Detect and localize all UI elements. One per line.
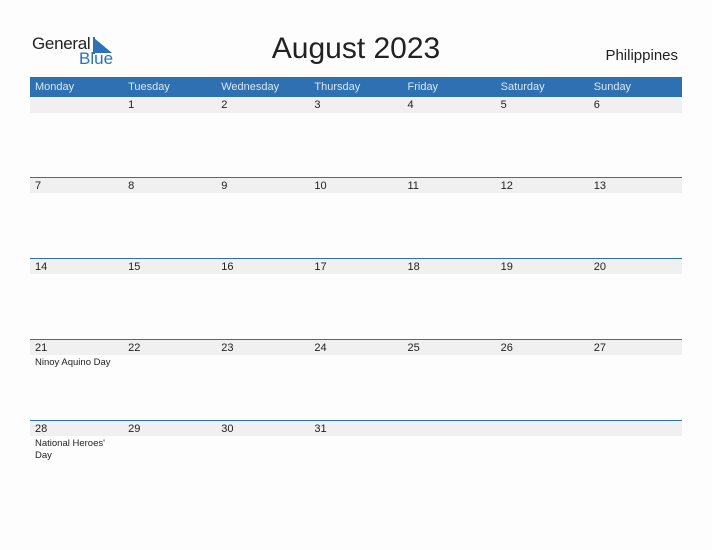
week-row: 21 Ninoy Aquino Day 22 23 24 25 26 27 [30,339,682,420]
calendar-grid: Monday Tuesday Wednesday Thursday Friday… [30,77,682,501]
weekday-saturday: Saturday [500,81,545,93]
day-number: 22 [128,342,141,354]
day-number: 14 [35,261,48,273]
day-cell: 18 [403,258,496,275]
day-cell [403,420,496,462]
day-cell: 27 [589,339,682,369]
weekday-friday: Friday [407,81,439,93]
day-number: 11 [407,180,419,192]
day-cell: 28 National Heroes' Day [30,420,123,462]
day-cell: 26 [496,339,589,369]
day-number [501,421,589,437]
day-number: 31 [314,423,327,435]
holiday-label: Ninoy Aquino Day [35,357,111,368]
day-cell [589,420,682,462]
day-number: 6 [593,99,600,111]
day-cell: 19 [496,258,589,275]
country-label: Philippines [605,47,678,64]
day-number [35,97,123,113]
day-number: 12 [500,180,513,192]
day-cell [30,97,123,113]
day-cell: 15 [123,258,216,275]
day-number: 19 [500,261,513,273]
week-cells: 21 Ninoy Aquino Day 22 23 24 25 26 27 [30,339,682,369]
weekday-monday: Monday [35,81,75,93]
day-cell: 12 [496,177,589,194]
day-number: 4 [407,99,414,111]
day-cell: 24 [309,339,402,369]
day-number: 2 [221,99,228,111]
day-cell: 21 Ninoy Aquino Day [30,339,123,369]
day-number: 7 [35,180,42,192]
day-number: 20 [593,261,606,273]
day-cell: 10 [309,177,402,194]
weekday-tuesday: Tuesday [128,81,170,93]
day-number: 10 [314,180,327,192]
day-number: 18 [407,261,420,273]
weekday-thursday: Thursday [314,81,361,93]
week-row: 14 15 16 17 18 19 20 [30,258,682,339]
week-cells: 28 National Heroes' Day 29 30 31 [30,420,682,462]
day-cell: 4 [403,97,496,113]
day-number: 8 [128,180,135,192]
weeks-container: 1 2 3 4 5 6 7 8 9 10 11 12 13 14 15 16 17 18 19 20 21 Ninoy A… [30,97,682,501]
day-cell: 8 [123,177,216,194]
day-number: 17 [314,261,327,273]
day-cell: 9 [216,177,309,194]
day-number: 9 [221,180,228,192]
day-cell: 1 [123,97,216,113]
day-cell [496,420,589,462]
day-number: 1 [128,99,135,111]
day-number [594,421,682,437]
day-number: 13 [593,180,606,192]
day-cell: 14 [30,258,123,275]
weekday-header: Monday Tuesday Wednesday Thursday Friday… [30,77,682,97]
day-cell: 13 [589,177,682,194]
day-number: 15 [128,261,141,273]
day-number: 24 [314,342,327,354]
day-cell: 22 [123,339,216,369]
week-row: 28 National Heroes' Day 29 30 31 [30,420,682,501]
day-cell: 11 [403,177,496,194]
holiday-label: National Heroes' Day [35,438,105,461]
day-number: 26 [500,342,513,354]
day-number: 27 [593,342,606,354]
day-number: 16 [221,261,234,273]
day-cell: 2 [216,97,309,113]
day-number: 25 [407,342,420,354]
day-cell: 3 [309,97,402,113]
day-cell: 31 [309,420,402,462]
day-number [408,421,496,437]
day-cell: 30 [216,420,309,462]
week-row: 7 8 9 10 11 12 13 [30,177,682,258]
week-cells: 7 8 9 10 11 12 13 [30,177,682,194]
day-cell: 25 [403,339,496,369]
week-cells: 1 2 3 4 5 6 [30,97,682,113]
day-number: 30 [221,423,234,435]
day-cell: 23 [216,339,309,369]
day-cell: 7 [30,177,123,194]
weekday-wednesday: Wednesday [221,81,280,93]
day-cell: 16 [216,258,309,275]
day-cell: 20 [589,258,682,275]
day-cell: 5 [496,97,589,113]
day-number: 5 [500,99,507,111]
day-cell: 17 [309,258,402,275]
day-number: 3 [314,99,321,111]
day-cell: 29 [123,420,216,462]
weekday-sunday: Sunday [593,81,632,93]
day-number: 21 [35,342,48,354]
day-number: 23 [221,342,234,354]
day-number: 29 [128,423,141,435]
week-row: 1 2 3 4 5 6 [30,97,682,177]
day-number: 28 [35,423,48,435]
day-cell: 6 [589,97,682,113]
week-cells: 14 15 16 17 18 19 20 [30,258,682,275]
